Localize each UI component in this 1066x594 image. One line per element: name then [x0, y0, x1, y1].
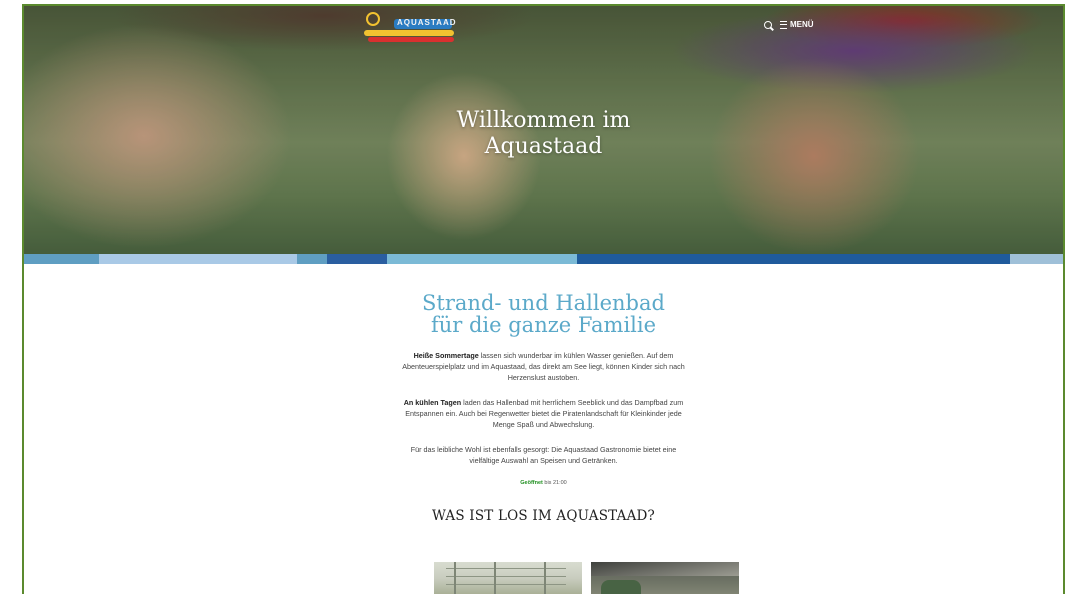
hero-title-line2: Aquastaad — [484, 134, 603, 159]
hero-banner: AQUASTAAD MENÜ Willkommen im Aquastaad — [24, 6, 1063, 254]
strip-segment — [1010, 254, 1063, 264]
events-gallery — [434, 562, 739, 594]
strip-segment — [577, 254, 1010, 264]
hamburger-icon — [780, 20, 787, 29]
logo-wave-red — [368, 37, 454, 42]
search-icon[interactable] — [764, 20, 772, 29]
strip-segment — [387, 254, 577, 264]
strip-segment — [297, 254, 327, 264]
intro-paragraph-summer: Heiße Sommertage lassen sich wunderbar i… — [398, 350, 690, 383]
event-thumbnail-restaurant[interactable] — [591, 562, 739, 594]
opening-hours: Geöffnet bis 21:00 — [24, 480, 1063, 486]
hero-title: Willkommen im Aquastaad — [24, 108, 1063, 160]
main-content: Strand- und Hallenbad für die ganze Fami… — [24, 264, 1063, 594]
paragraph-text: Für das leibliche Wohl ist ebenfalls ges… — [410, 445, 677, 465]
strip-segment — [327, 254, 387, 264]
open-status-badge: Geöffnet — [520, 480, 543, 486]
decorative-color-strip — [24, 254, 1063, 264]
paragraph-bold-lead: Heiße Sommertage — [413, 351, 479, 360]
strip-segment — [99, 254, 297, 264]
section-heading: Strand- und Hallenbad für die ganze Fami… — [344, 292, 744, 336]
events-heading: WAS IST LOS IM AQUASTAAD? — [432, 508, 655, 524]
menu-button[interactable]: MENÜ — [780, 20, 814, 29]
open-until-text: bis 21:00 — [542, 480, 567, 486]
hero-title-line1: Willkommen im — [456, 108, 631, 133]
page-frame: AQUASTAAD MENÜ Willkommen im Aquastaad S… — [22, 4, 1065, 594]
section-heading-line2: für die ganze Familie — [430, 313, 657, 337]
aquastaad-logo[interactable]: AQUASTAAD — [364, 10, 474, 44]
logo-text: AQUASTAAD — [397, 18, 457, 27]
event-thumbnail-indoor-pool[interactable] — [434, 562, 582, 594]
section-heading-line1: Strand- und Hallenbad — [422, 291, 665, 315]
menu-label: MENÜ — [790, 20, 814, 29]
intro-paragraph-cool-days: An kühlen Tagen laden das Hallenbad mit … — [398, 397, 690, 430]
logo-wave-yellow — [364, 30, 454, 36]
logo-sun-icon — [366, 12, 380, 26]
intro-paragraph-gastronomy: Für das leibliche Wohl ist ebenfalls ges… — [398, 444, 690, 466]
strip-segment — [24, 254, 99, 264]
paragraph-bold-lead: An kühlen Tagen — [403, 398, 462, 407]
top-navigation: MENÜ — [764, 20, 814, 29]
